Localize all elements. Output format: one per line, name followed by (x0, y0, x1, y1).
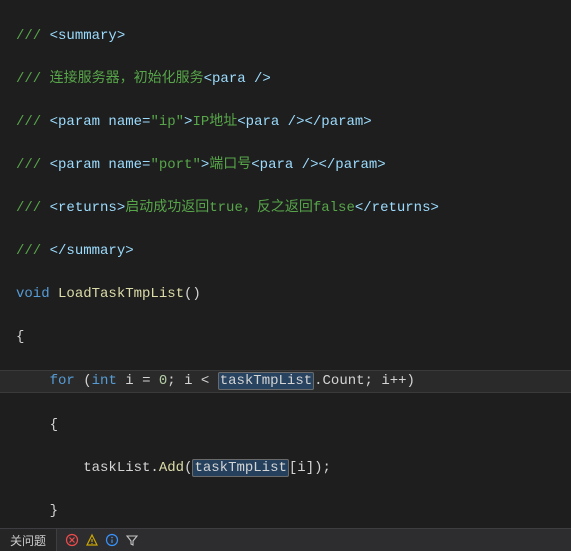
status-icons-group (57, 529, 147, 551)
code-line[interactable]: taskList.Add(taskTmpList[i]); (0, 458, 571, 480)
error-icon[interactable] (65, 533, 79, 547)
code-line[interactable]: /// </summary> (0, 241, 571, 263)
code-line[interactable]: /// <returns>启动成功返回true，反之返回false</retur… (0, 198, 571, 220)
xml-summary-open: <summary> (50, 28, 126, 44)
filter-icon[interactable] (125, 533, 139, 547)
info-icon[interactable] (105, 533, 119, 547)
problems-tab-label: 关问题 (10, 532, 46, 549)
warning-icon[interactable] (85, 533, 99, 547)
code-line-current[interactable]: for (int i = 0; i < taskTmpList.Count; i… (0, 370, 571, 394)
code-line[interactable]: } (0, 501, 571, 523)
code-line[interactable]: /// <param name="port">端口号<para /></para… (0, 155, 571, 177)
highlighted-symbol: taskTmpList (218, 372, 314, 390)
xml-doc-prefix: /// (16, 28, 50, 44)
code-line[interactable]: /// <summary> (0, 26, 571, 48)
code-editor[interactable]: /// <summary> /// 连接服务器，初始化服务<para /> //… (0, 0, 571, 528)
code-line[interactable]: /// <param name="ip">IP地址<para /></param… (0, 112, 571, 134)
code-line[interactable]: { (0, 327, 571, 349)
status-bar: 关问题 (0, 528, 571, 551)
highlighted-symbol: taskTmpList (192, 459, 288, 477)
problems-tab[interactable]: 关问题 (0, 529, 57, 551)
code-line[interactable]: /// 连接服务器，初始化服务<para /> (0, 69, 571, 91)
code-line[interactable]: { (0, 415, 571, 437)
code-line[interactable]: void LoadTaskTmpList() (0, 284, 571, 306)
